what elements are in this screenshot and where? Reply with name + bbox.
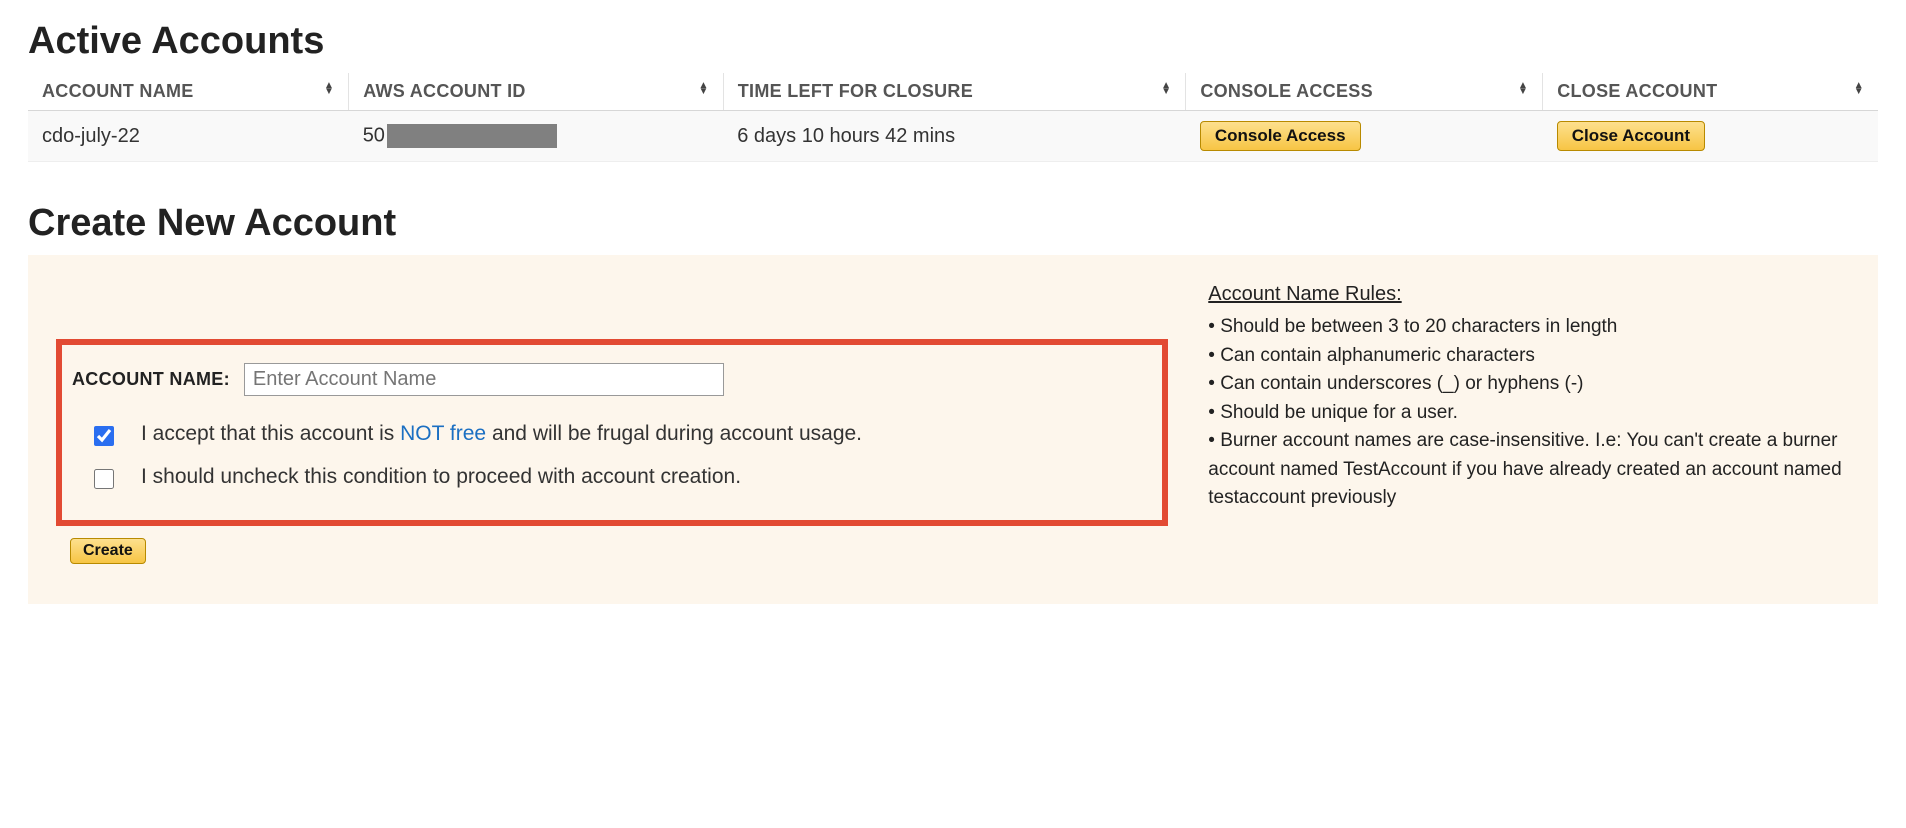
rules-title: Account Name Rules:	[1208, 279, 1850, 309]
sort-icon[interactable]: ▲▼	[1854, 83, 1864, 95]
table-row: cdo-july-22 50 6 days 10 hours 42 mins C…	[28, 111, 1878, 162]
highlighted-form-box: ACCOUNT NAME: I accept that this account…	[56, 339, 1168, 526]
redacted-block	[387, 124, 557, 148]
text-fragment: and will be frugal during account usage.	[486, 422, 862, 445]
col-label: CONSOLE ACCESS	[1200, 81, 1373, 101]
create-account-heading: Create New Account	[28, 202, 1878, 245]
col-label: TIME LEFT FOR CLOSURE	[738, 81, 973, 101]
account-name-label: ACCOUNT NAME:	[72, 369, 230, 390]
uncheck-condition-label[interactable]: I should uncheck this condition to proce…	[141, 465, 741, 489]
accept-not-free-checkbox[interactable]	[94, 426, 114, 446]
create-account-panel: ACCOUNT NAME: I accept that this account…	[28, 255, 1878, 604]
col-label: ACCOUNT NAME	[42, 81, 194, 101]
aws-id-prefix: 50	[363, 124, 385, 146]
active-accounts-table: ACCOUNT NAME ▲▼ AWS ACCOUNT ID ▲▼ TIME L…	[28, 73, 1878, 162]
account-name-rules: Account Name Rules: • Should be between …	[1208, 279, 1850, 513]
rule-item: • Can contain alphanumeric characters	[1208, 342, 1850, 371]
rule-item: • Should be unique for a user.	[1208, 399, 1850, 428]
uncheck-condition-checkbox[interactable]	[94, 469, 114, 489]
account-name-input[interactable]	[244, 363, 724, 396]
col-label: CLOSE ACCOUNT	[1557, 81, 1717, 101]
rule-item: • Burner account names are case-insensit…	[1208, 427, 1850, 513]
cell-name: cdo-july-22	[28, 111, 349, 162]
col-label: AWS ACCOUNT ID	[363, 81, 526, 101]
cell-aws-id: 50	[349, 111, 724, 162]
cell-time-left: 6 days 10 hours 42 mins	[723, 111, 1186, 162]
cell-console: Console Access	[1186, 111, 1543, 162]
sort-icon[interactable]: ▲▼	[1161, 83, 1171, 95]
col-account-name[interactable]: ACCOUNT NAME ▲▼	[28, 73, 349, 111]
create-button[interactable]: Create	[70, 538, 146, 564]
rule-item: • Can contain underscores (_) or hyphens…	[1208, 370, 1850, 399]
close-account-button[interactable]: Close Account	[1557, 121, 1705, 151]
accept-not-free-label[interactable]: I accept that this account is NOT free a…	[141, 422, 862, 446]
console-access-button[interactable]: Console Access	[1200, 121, 1361, 151]
sort-icon[interactable]: ▲▼	[1518, 83, 1528, 95]
text-fragment: I accept that this account is	[141, 422, 400, 445]
sort-icon[interactable]: ▲▼	[699, 83, 709, 95]
col-console-access[interactable]: CONSOLE ACCESS ▲▼	[1186, 73, 1543, 111]
cell-close: Close Account	[1543, 111, 1878, 162]
col-close-account[interactable]: CLOSE ACCOUNT ▲▼	[1543, 73, 1878, 111]
rule-item: • Should be between 3 to 20 characters i…	[1208, 313, 1850, 342]
active-accounts-heading: Active Accounts	[28, 20, 1878, 63]
sort-icon[interactable]: ▲▼	[324, 83, 334, 95]
col-time-left[interactable]: TIME LEFT FOR CLOSURE ▲▼	[723, 73, 1186, 111]
not-free-link[interactable]: NOT free	[400, 422, 486, 445]
col-aws-id[interactable]: AWS ACCOUNT ID ▲▼	[349, 73, 724, 111]
